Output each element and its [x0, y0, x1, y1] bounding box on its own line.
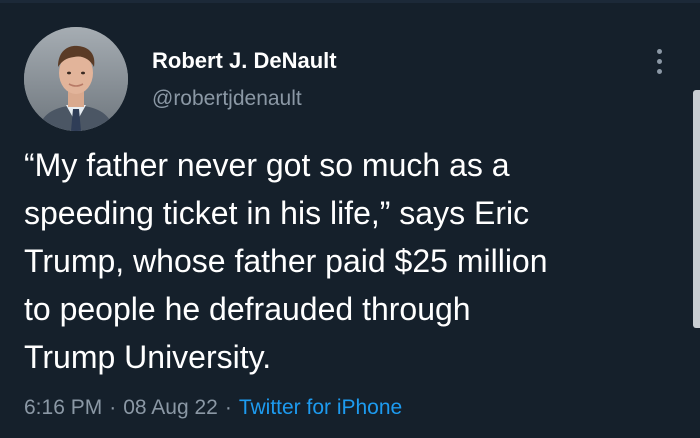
- top-divider: [0, 0, 700, 3]
- more-vertical-icon-dot: [657, 69, 662, 74]
- tweet-text-line: to people he defrauded through: [24, 291, 471, 327]
- tweet-text: “My father never got so much as a speedi…: [24, 141, 692, 381]
- avatar-photo: [24, 27, 128, 131]
- tweet-time[interactable]: 6:16 PM: [24, 396, 102, 419]
- scrollbar[interactable]: [693, 90, 700, 328]
- more-vertical-icon: [657, 49, 662, 54]
- author-handle[interactable]: @robertjdenault: [152, 85, 302, 113]
- tweet-text-line: “My father never got so much as a: [24, 147, 510, 183]
- tweet-meta: 6:16 PM · 08 Aug 22 · Twitter for iPhone: [24, 394, 402, 422]
- tweet-text-line: Trump, whose father paid $25 million: [24, 243, 548, 279]
- meta-separator: ·: [224, 396, 232, 419]
- tweet-text-line: speeding ticket in his life,” says Eric: [24, 195, 530, 231]
- tweet-text-line: Trump University.: [24, 339, 272, 375]
- meta-separator: ·: [109, 396, 117, 419]
- author-name[interactable]: Robert J. DeNault: [152, 47, 337, 75]
- tweet-source-link[interactable]: Twitter for iPhone: [239, 396, 402, 419]
- tweet-card: Robert J. DeNault @robertjdenault “My fa…: [0, 0, 700, 438]
- avatar[interactable]: [24, 27, 128, 131]
- more-vertical-icon-dot: [657, 59, 662, 64]
- tweet-date[interactable]: 08 Aug 22: [123, 396, 218, 419]
- more-options-button[interactable]: [650, 43, 670, 79]
